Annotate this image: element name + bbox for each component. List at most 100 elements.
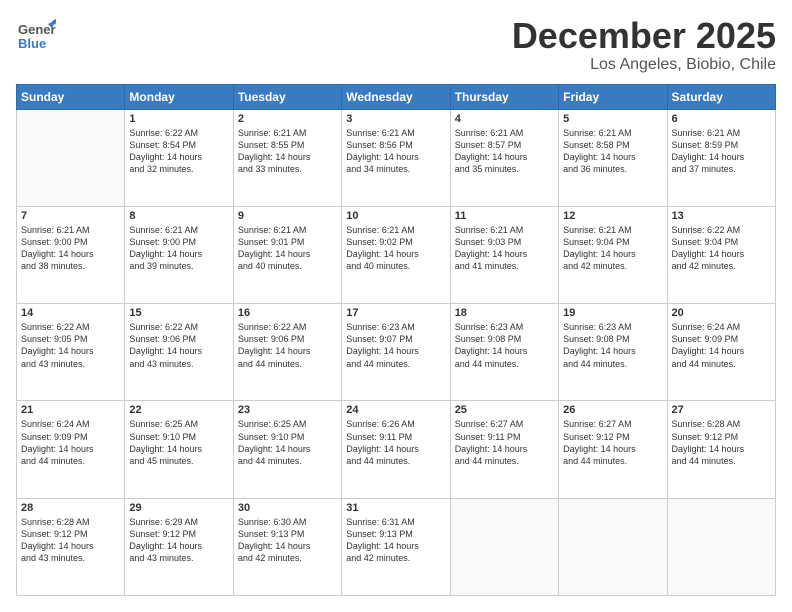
day-number: 1 (129, 113, 228, 125)
day-cell: 23Sunrise: 6:25 AM Sunset: 9:10 PM Dayli… (233, 401, 341, 498)
day-info: Sunrise: 6:29 AM Sunset: 9:12 PM Dayligh… (129, 516, 228, 565)
week-row-5: 28 Sunrise: 6:28 AM Sunset: 9:12 PM Dayli… (17, 498, 776, 595)
day-cell: 28 Sunrise: 6:28 AM Sunset: 9:12 PM Dayli… (17, 498, 125, 595)
day-cell: 20 Sunrise: 6:24 AM Sunset: 9:09 PM Dayli… (667, 304, 775, 401)
day-number: 31 (346, 502, 445, 514)
logo-icon: General Blue (16, 16, 56, 56)
day-info: Sunrise: 6:21 AM Sunset: 8:58 PM Dayligh… (563, 127, 662, 176)
day-number: 21 (21, 404, 120, 416)
day-info: Sunrise: 6:26 AM Sunset: 9:11 PM Dayligh… (346, 418, 445, 467)
day-number: 24 (346, 404, 445, 416)
day-number: 18 (455, 307, 554, 319)
day-number: 25 (455, 404, 554, 416)
header: General Blue December 2025 Los Angeles, … (16, 16, 776, 74)
day-number: 10 (346, 210, 445, 222)
day-info: Sunrise: 6:28 AM Sunset: 9:12 PM Dayligh… (672, 418, 771, 467)
day-cell: 12Sunrise: 6:21 AM Sunset: 9:04 PM Dayli… (559, 206, 667, 303)
day-number: 3 (346, 113, 445, 125)
day-info: Sunrise: 6:25 AM Sunset: 9:10 PM Dayligh… (238, 418, 337, 467)
month-title: December 2025 (512, 16, 776, 56)
day-cell: 18 Sunrise: 6:23 AM Sunset: 9:08 PM Dayli… (450, 304, 558, 401)
day-info: Sunrise: 6:31 AM Sunset: 9:13 PM Dayligh… (346, 516, 445, 565)
day-number: 4 (455, 113, 554, 125)
day-cell: 3 Sunrise: 6:21 AM Sunset: 8:56 PM Daylig… (342, 109, 450, 206)
day-info: Sunrise: 6:22 AM Sunset: 9:04 PM Dayligh… (672, 224, 771, 273)
day-header-thursday: Thursday (450, 84, 558, 109)
day-info: Sunrise: 6:21 AM Sunset: 8:56 PM Dayligh… (346, 127, 445, 176)
day-number: 13 (672, 210, 771, 222)
day-cell: 24 Sunrise: 6:26 AM Sunset: 9:11 PM Dayli… (342, 401, 450, 498)
day-info: Sunrise: 6:22 AM Sunset: 9:05 PM Dayligh… (21, 321, 120, 370)
day-cell: 11Sunrise: 6:21 AM Sunset: 9:03 PM Dayli… (450, 206, 558, 303)
day-number: 30 (238, 502, 337, 514)
day-number: 12 (563, 210, 662, 222)
day-number: 17 (346, 307, 445, 319)
day-cell: 17Sunrise: 6:23 AM Sunset: 9:07 PM Dayli… (342, 304, 450, 401)
day-info: Sunrise: 6:22 AM Sunset: 9:06 PM Dayligh… (238, 321, 337, 370)
day-header-saturday: Saturday (667, 84, 775, 109)
day-cell: 8 Sunrise: 6:21 AM Sunset: 9:00 PM Daylig… (125, 206, 233, 303)
day-cell: 2Sunrise: 6:21 AM Sunset: 8:55 PM Daylig… (233, 109, 341, 206)
svg-text:Blue: Blue (18, 36, 46, 51)
day-header-wednesday: Wednesday (342, 84, 450, 109)
day-info: Sunrise: 6:23 AM Sunset: 9:08 PM Dayligh… (563, 321, 662, 370)
day-number: 8 (129, 210, 228, 222)
day-info: Sunrise: 6:21 AM Sunset: 9:02 PM Dayligh… (346, 224, 445, 273)
day-info: Sunrise: 6:22 AM Sunset: 9:06 PM Dayligh… (129, 321, 228, 370)
day-number: 19 (563, 307, 662, 319)
week-row-4: 21 Sunrise: 6:24 AM Sunset: 9:09 PM Dayli… (17, 401, 776, 498)
day-number: 16 (238, 307, 337, 319)
day-number: 2 (238, 113, 337, 125)
day-info: Sunrise: 6:21 AM Sunset: 9:00 PM Dayligh… (21, 224, 120, 273)
day-cell: 19 Sunrise: 6:23 AM Sunset: 9:08 PM Dayli… (559, 304, 667, 401)
day-info: Sunrise: 6:23 AM Sunset: 9:08 PM Dayligh… (455, 321, 554, 370)
day-info: Sunrise: 6:21 AM Sunset: 8:59 PM Dayligh… (672, 127, 771, 176)
calendar-table: SundayMondayTuesdayWednesdayThursdayFrid… (16, 84, 776, 596)
day-cell (559, 498, 667, 595)
day-header-tuesday: Tuesday (233, 84, 341, 109)
day-info: Sunrise: 6:28 AM Sunset: 9:12 PM Dayligh… (21, 516, 120, 565)
day-number: 6 (672, 113, 771, 125)
day-cell: 16 Sunrise: 6:22 AM Sunset: 9:06 PM Dayli… (233, 304, 341, 401)
day-cell: 31 Sunrise: 6:31 AM Sunset: 9:13 PM Dayli… (342, 498, 450, 595)
day-cell: 7 Sunrise: 6:21 AM Sunset: 9:00 PM Daylig… (17, 206, 125, 303)
day-number: 28 (21, 502, 120, 514)
location: Los Angeles, Biobio, Chile (512, 56, 776, 74)
day-cell: 15 Sunrise: 6:22 AM Sunset: 9:06 PM Dayli… (125, 304, 233, 401)
day-number: 26 (563, 404, 662, 416)
day-number: 20 (672, 307, 771, 319)
day-cell: 30 Sunrise: 6:30 AM Sunset: 9:13 PM Dayli… (233, 498, 341, 595)
day-cell: 6 Sunrise: 6:21 AM Sunset: 8:59 PM Daylig… (667, 109, 775, 206)
day-cell: 9 Sunrise: 6:21 AM Sunset: 9:01 PM Daylig… (233, 206, 341, 303)
day-number: 5 (563, 113, 662, 125)
day-info: Sunrise: 6:24 AM Sunset: 9:09 PM Dayligh… (672, 321, 771, 370)
day-cell: 29 Sunrise: 6:29 AM Sunset: 9:12 PM Dayli… (125, 498, 233, 595)
day-info: Sunrise: 6:21 AM Sunset: 9:00 PM Dayligh… (129, 224, 228, 273)
day-number: 7 (21, 210, 120, 222)
day-info: Sunrise: 6:30 AM Sunset: 9:13 PM Dayligh… (238, 516, 337, 565)
day-number: 22 (129, 404, 228, 416)
day-cell: 10 Sunrise: 6:21 AM Sunset: 9:02 PM Dayli… (342, 206, 450, 303)
day-cell: 4 Sunrise: 6:21 AM Sunset: 8:57 PM Daylig… (450, 109, 558, 206)
day-header-sunday: Sunday (17, 84, 125, 109)
day-info: Sunrise: 6:27 AM Sunset: 9:12 PM Dayligh… (563, 418, 662, 467)
day-info: Sunrise: 6:21 AM Sunset: 8:57 PM Dayligh… (455, 127, 554, 176)
day-info: Sunrise: 6:21 AM Sunset: 9:03 PM Dayligh… (455, 224, 554, 273)
week-row-1: 1Sunrise: 6:22 AM Sunset: 8:54 PM Daylig… (17, 109, 776, 206)
day-info: Sunrise: 6:21 AM Sunset: 9:01 PM Dayligh… (238, 224, 337, 273)
day-info: Sunrise: 6:24 AM Sunset: 9:09 PM Dayligh… (21, 418, 120, 467)
title-block: December 2025 Los Angeles, Biobio, Chile (512, 16, 776, 74)
page: General Blue December 2025 Los Angeles, … (0, 0, 792, 612)
day-number: 14 (21, 307, 120, 319)
day-number: 15 (129, 307, 228, 319)
day-cell (450, 498, 558, 595)
day-cell: 14 Sunrise: 6:22 AM Sunset: 9:05 PM Dayli… (17, 304, 125, 401)
day-number: 9 (238, 210, 337, 222)
week-row-2: 7 Sunrise: 6:21 AM Sunset: 9:00 PM Daylig… (17, 206, 776, 303)
day-number: 29 (129, 502, 228, 514)
week-row-3: 14 Sunrise: 6:22 AM Sunset: 9:05 PM Dayli… (17, 304, 776, 401)
day-cell: 25 Sunrise: 6:27 AM Sunset: 9:11 PM Dayli… (450, 401, 558, 498)
day-header-monday: Monday (125, 84, 233, 109)
day-info: Sunrise: 6:27 AM Sunset: 9:11 PM Dayligh… (455, 418, 554, 467)
day-number: 27 (672, 404, 771, 416)
